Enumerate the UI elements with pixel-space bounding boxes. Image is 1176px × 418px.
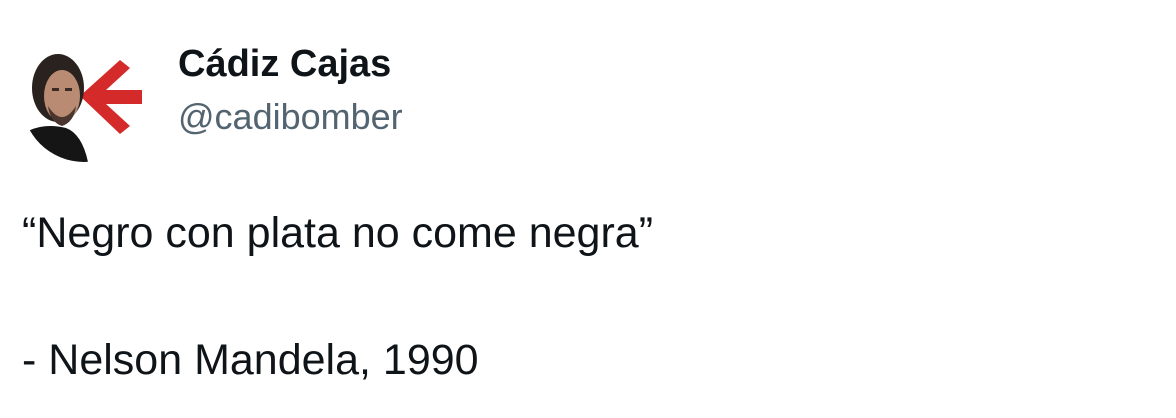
avatar[interactable] xyxy=(22,38,146,162)
tweet-card: Cádiz Cajas @cadibomber “Negro con plata… xyxy=(0,0,1176,418)
tweet-text-line: - Nelson Mandela, 1990 xyxy=(22,336,479,384)
profile-avatar-icon xyxy=(22,38,146,162)
tweet-text-line: “Negro con plata no come negra” xyxy=(22,209,654,257)
author-handle[interactable]: @cadibomber xyxy=(178,94,403,140)
author-display-name[interactable]: Cádiz Cajas xyxy=(178,40,391,88)
